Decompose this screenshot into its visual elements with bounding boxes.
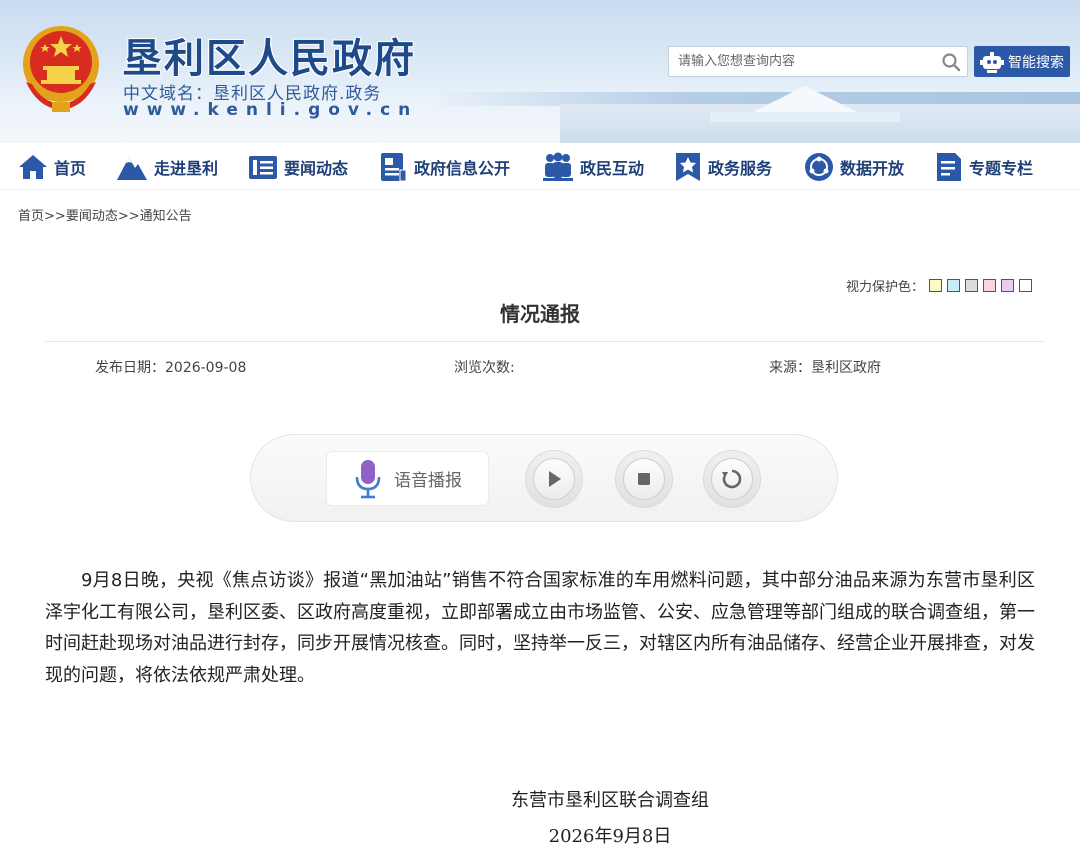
nav-label: 专题专栏	[969, 158, 1034, 178]
search-box	[668, 46, 968, 77]
publish-date-value: 2026-09-08	[165, 360, 247, 376]
smart-search-button[interactable]: 智能搜索	[974, 46, 1070, 77]
site-url: www.kenli.gov.cn	[123, 100, 419, 120]
breadcrumb-separator: >>	[44, 209, 66, 224]
document-icon	[381, 152, 407, 181]
news-list-icon	[249, 155, 277, 179]
replay-icon	[722, 469, 742, 489]
microphone-icon	[355, 459, 381, 498]
site-header: 垦利区人民政府 中文域名：垦利区人民政府.政务 www.kenli.gov.cn…	[0, 0, 1080, 143]
publish-date-label: 发布日期：	[95, 360, 165, 376]
source-value: 垦利区政府	[811, 360, 881, 376]
publish-date: 发布日期：2026-09-08	[95, 357, 246, 377]
replay-button[interactable]	[703, 450, 761, 508]
voice-broadcast-label: 语音播报	[326, 451, 489, 506]
article-source: 来源：垦利区政府	[769, 357, 881, 377]
people-icon	[543, 152, 573, 181]
nav-label: 数据开放	[840, 158, 905, 178]
nav-item-gov-info[interactable]: 政府信息公开	[378, 143, 510, 190]
nav-label: 政府信息公开	[414, 158, 511, 178]
breadcrumb-news[interactable]: 要闻动态	[66, 209, 118, 224]
nav-item-home[interactable]: 首页	[18, 143, 86, 190]
eye-care-label: 视力保护色：	[846, 280, 925, 295]
robot-icon	[980, 51, 1004, 73]
smart-search-label: 智能搜索	[1008, 54, 1064, 71]
nav-label: 政民互动	[580, 158, 645, 178]
eye-care-swatch-pink[interactable]	[983, 279, 997, 292]
signature-date: 2026年9月8日	[548, 826, 672, 847]
nav-item-news[interactable]: 要闻动态	[248, 143, 348, 190]
title-divider	[45, 341, 1045, 342]
nav-item-about[interactable]: 走进垦利	[116, 143, 218, 190]
source-label: 来源：	[769, 360, 811, 376]
voice-broadcast-text: 语音播报	[394, 471, 462, 491]
star-bookmark-icon	[676, 152, 700, 181]
play-button[interactable]	[525, 450, 583, 508]
stop-button[interactable]	[615, 450, 673, 508]
eye-care-swatch-gray[interactable]	[965, 279, 979, 292]
article-title: 情况通报	[500, 302, 580, 326]
stop-icon	[638, 473, 650, 485]
breadcrumb-notices[interactable]: 通知公告	[140, 209, 192, 224]
breadcrumb-home[interactable]: 首页	[18, 209, 44, 224]
eye-care-swatch-yellow[interactable]	[929, 279, 943, 292]
eye-care-swatch-white[interactable]	[1019, 279, 1033, 292]
eye-care-colors: 视力保护色：	[846, 276, 1033, 295]
nav-label: 要闻动态	[284, 158, 349, 178]
nav-item-interaction[interactable]: 政民互动	[542, 143, 644, 190]
breadcrumb-separator: >>	[117, 209, 140, 224]
eye-care-swatch-blue[interactable]	[947, 279, 961, 292]
nav-item-services[interactable]: 政务服务	[674, 143, 772, 190]
home-icon	[19, 154, 47, 179]
view-count-label: 浏览次数:	[454, 360, 515, 376]
main-nav: 首页 走进垦利 要闻动态 政府信息公开 政民互动 政务服务 数据开放 专题专栏	[0, 143, 1080, 190]
view-count: 浏览次数:	[454, 357, 515, 377]
mountain-icon	[117, 156, 147, 180]
breadcrumb: 首页>>要闻动态>>通知公告	[18, 205, 192, 224]
article-body: 9月8日晚，央视《焦点访谈》报道“黑加油站”销售不符合国家标准的车用燃料问题，其…	[45, 570, 1035, 686]
site-title: 垦利区人民政府	[122, 36, 416, 82]
nav-item-special[interactable]: 专题专栏	[935, 143, 1033, 190]
column-doc-icon	[937, 152, 961, 181]
eye-care-swatch-purple[interactable]	[1001, 279, 1015, 292]
nav-label: 走进垦利	[154, 158, 219, 178]
search-input[interactable]	[669, 47, 931, 76]
data-network-icon	[805, 152, 833, 181]
audio-player: 语音播报	[250, 434, 838, 522]
search-icon[interactable]	[941, 52, 961, 72]
nav-label: 政务服务	[708, 158, 773, 178]
nav-label: 首页	[54, 158, 87, 178]
signature-org: 东营市垦利区联合调查组	[511, 790, 709, 811]
play-icon	[549, 471, 561, 487]
banner-landmark-base	[710, 112, 900, 122]
nav-item-open-data[interactable]: 数据开放	[804, 143, 904, 190]
national-emblem-icon	[23, 26, 99, 112]
